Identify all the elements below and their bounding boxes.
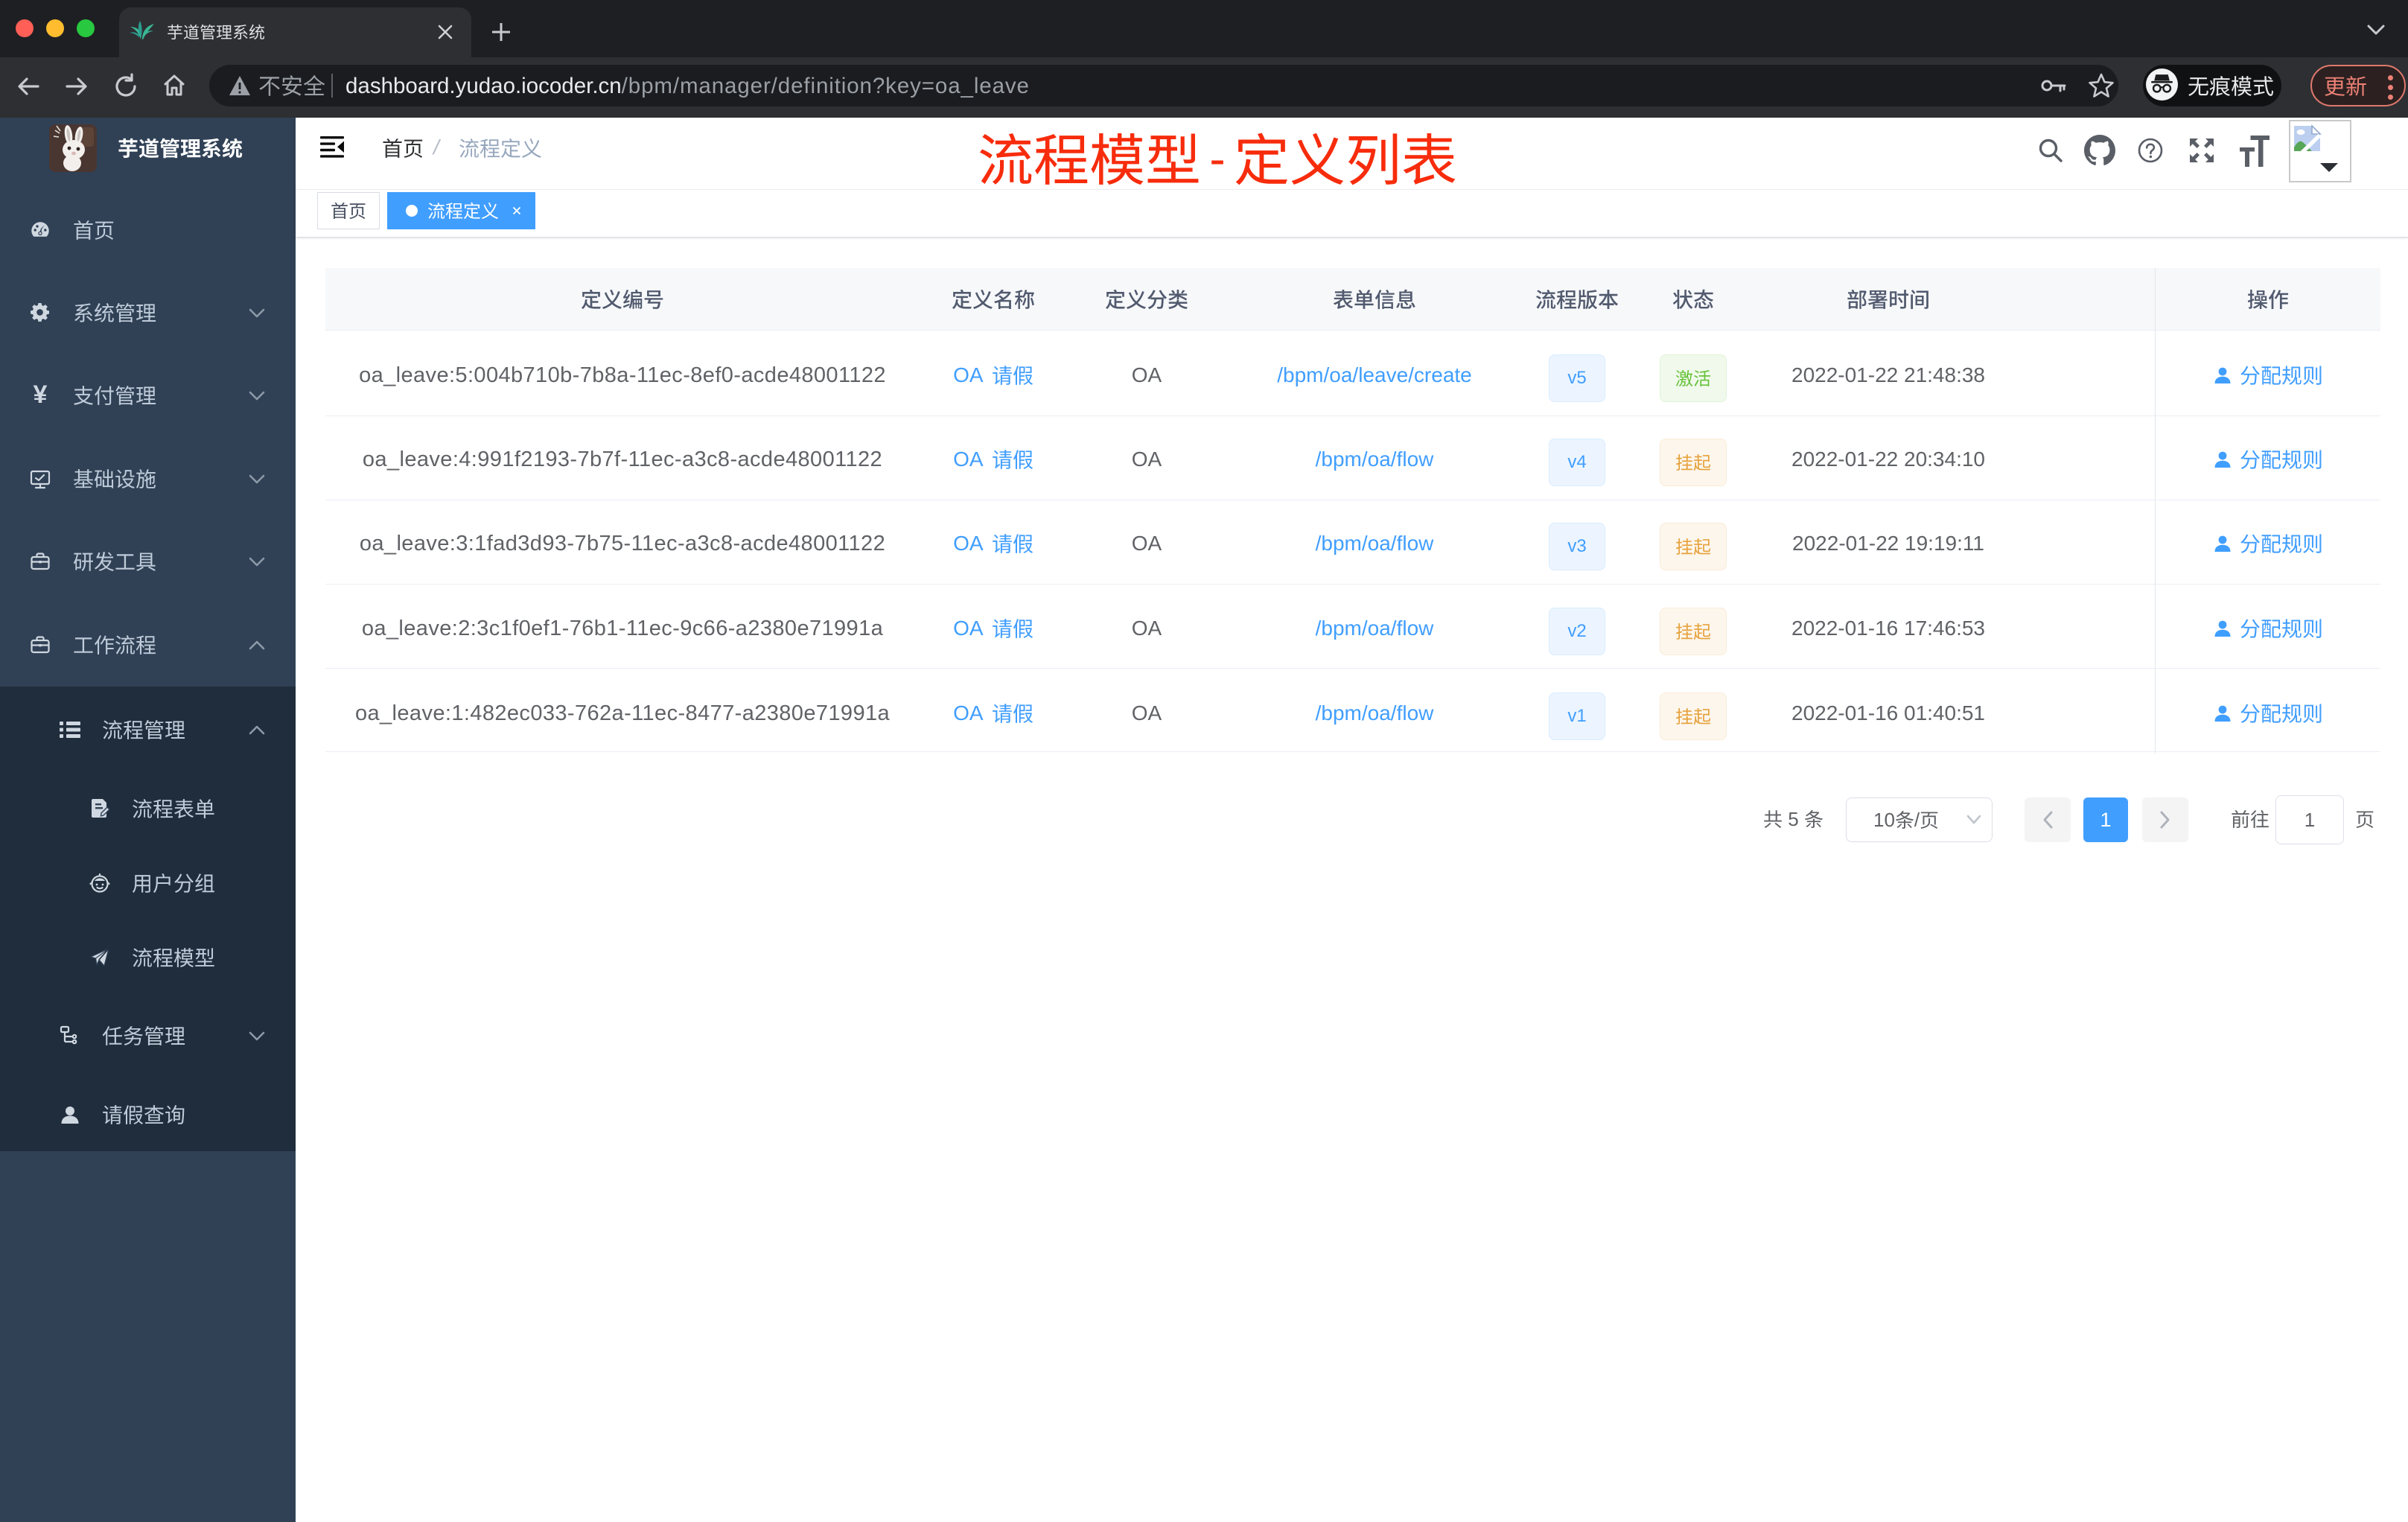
- svg-text:¥: ¥: [34, 385, 48, 406]
